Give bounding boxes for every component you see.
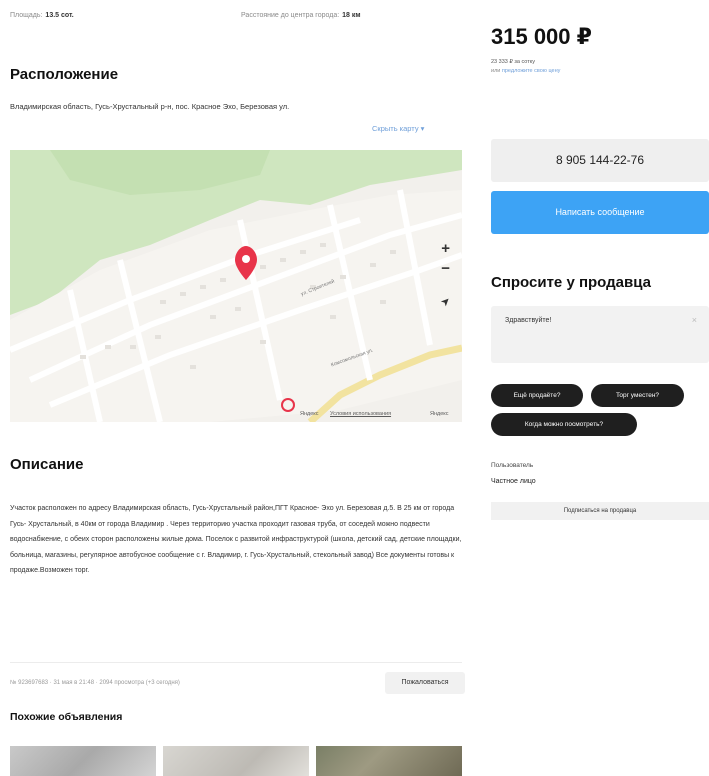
price: 315 000 ₽ <box>491 24 592 49</box>
description-title: Описание <box>10 456 84 473</box>
price-suggest: или предложите свою цену <box>491 68 560 74</box>
similar-thumb-2[interactable] <box>163 746 309 776</box>
listing-meta: № 923697683 · 31 мая в 21:48 · 2094 прос… <box>10 680 180 686</box>
map[interactable]: + − ➤ ул. Строителей Комсомольская ул. Я… <box>10 150 462 422</box>
write-message-button[interactable]: Написать сообщение <box>491 191 709 234</box>
distance-fact: Расстояние до центра города: 18 км <box>241 12 361 19</box>
price-suggest-prefix: или <box>491 68 501 74</box>
chip-still-selling[interactable]: Ещё продаёте? <box>491 384 583 407</box>
divider <box>10 662 462 663</box>
seller-name[interactable]: Частное лицо <box>491 478 536 485</box>
area-value: 13.5 сот. <box>45 12 74 19</box>
location-address: Владимирская область, Гусь-Хрустальный р… <box>10 102 290 111</box>
distance-label: Расстояние до центра города: <box>241 12 340 19</box>
show-phone-button[interactable]: 8 905 144-22-76 <box>491 139 709 182</box>
chip-when-view[interactable]: Когда можно посмотреть? <box>491 413 637 436</box>
suggest-price-link[interactable]: предложите свою цену <box>502 68 561 74</box>
chip-bargain[interactable]: Торг уместен? <box>591 384 684 407</box>
description-text: Участок расположен по адресу Владимирска… <box>10 505 462 574</box>
area-fact: Площадь: 13.5 сот. <box>10 12 74 19</box>
ask-seller-title: Спросите у продавца <box>491 274 651 291</box>
area-label: Площадь: <box>10 12 43 19</box>
hide-map-link[interactable]: Скрыть карту ▾ <box>372 124 424 133</box>
seller-role: Пользователь <box>491 462 534 469</box>
similar-thumb-1[interactable] <box>10 746 156 776</box>
ask-seller-input[interactable]: Здравствуйте! × <box>491 306 709 363</box>
distance-value: 18 км <box>342 12 361 19</box>
similar-thumbnails <box>10 746 462 776</box>
zoom-out-button[interactable]: − <box>441 260 450 277</box>
map-attribution: Яндекс <box>300 411 319 417</box>
complain-button[interactable]: Пожаловаться <box>385 672 465 694</box>
similar-title: Похожие объявления <box>10 711 123 723</box>
map-attribution-right: Яндекс <box>430 411 449 417</box>
clear-icon[interactable]: × <box>692 315 697 325</box>
facts-row: Площадь: 13.5 сот. Расстояние до центра г… <box>10 12 462 26</box>
zoom-in-button[interactable]: + <box>441 240 450 257</box>
map-tiles <box>10 150 462 422</box>
subscribe-seller-button[interactable]: Подписаться на продавца <box>491 502 709 520</box>
similar-thumb-3[interactable] <box>316 746 462 776</box>
ask-seller-text: Здравствуйте! <box>505 317 552 324</box>
location-title: Расположение <box>10 66 119 83</box>
price-per-unit: 23 333 ₽ за сотку <box>491 59 535 65</box>
map-terms-link[interactable]: Условия использования <box>330 411 391 417</box>
